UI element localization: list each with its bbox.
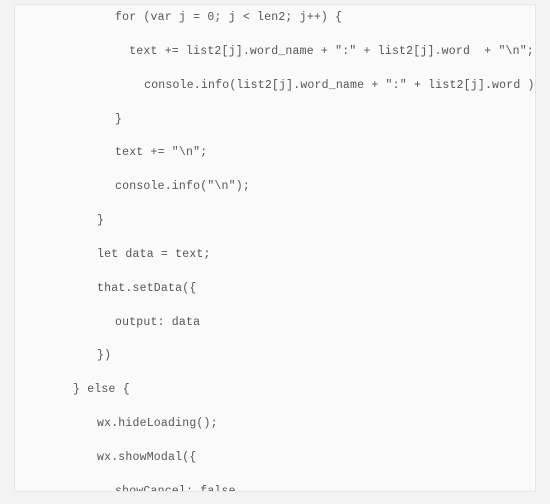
code-line: } bbox=[15, 210, 535, 232]
code-line: for (var j = 0; j < len2; j++) { bbox=[15, 7, 535, 29]
code-line: console.info("\n"); bbox=[15, 176, 535, 198]
code-line: } bbox=[15, 109, 535, 131]
code-line: output: data bbox=[15, 312, 535, 334]
code-line: that.setData({ bbox=[15, 278, 535, 300]
code-block: for (var j = 0; j < len2; j++) { text +=… bbox=[14, 4, 536, 492]
code-line: } else { bbox=[15, 379, 535, 401]
code-line: console.info(list2[j].word_name + ":" + … bbox=[15, 75, 535, 97]
code-line: text += list2[j].word_name + ":" + list2… bbox=[15, 41, 535, 63]
code-line: showCancel: false, bbox=[15, 481, 535, 492]
code-line: wx.hideLoading(); bbox=[15, 413, 535, 435]
code-line: text += "\n"; bbox=[15, 142, 535, 164]
code-line: wx.showModal({ bbox=[15, 447, 535, 469]
code-line: }) bbox=[15, 345, 535, 367]
code-line: let data = text; bbox=[15, 244, 535, 266]
